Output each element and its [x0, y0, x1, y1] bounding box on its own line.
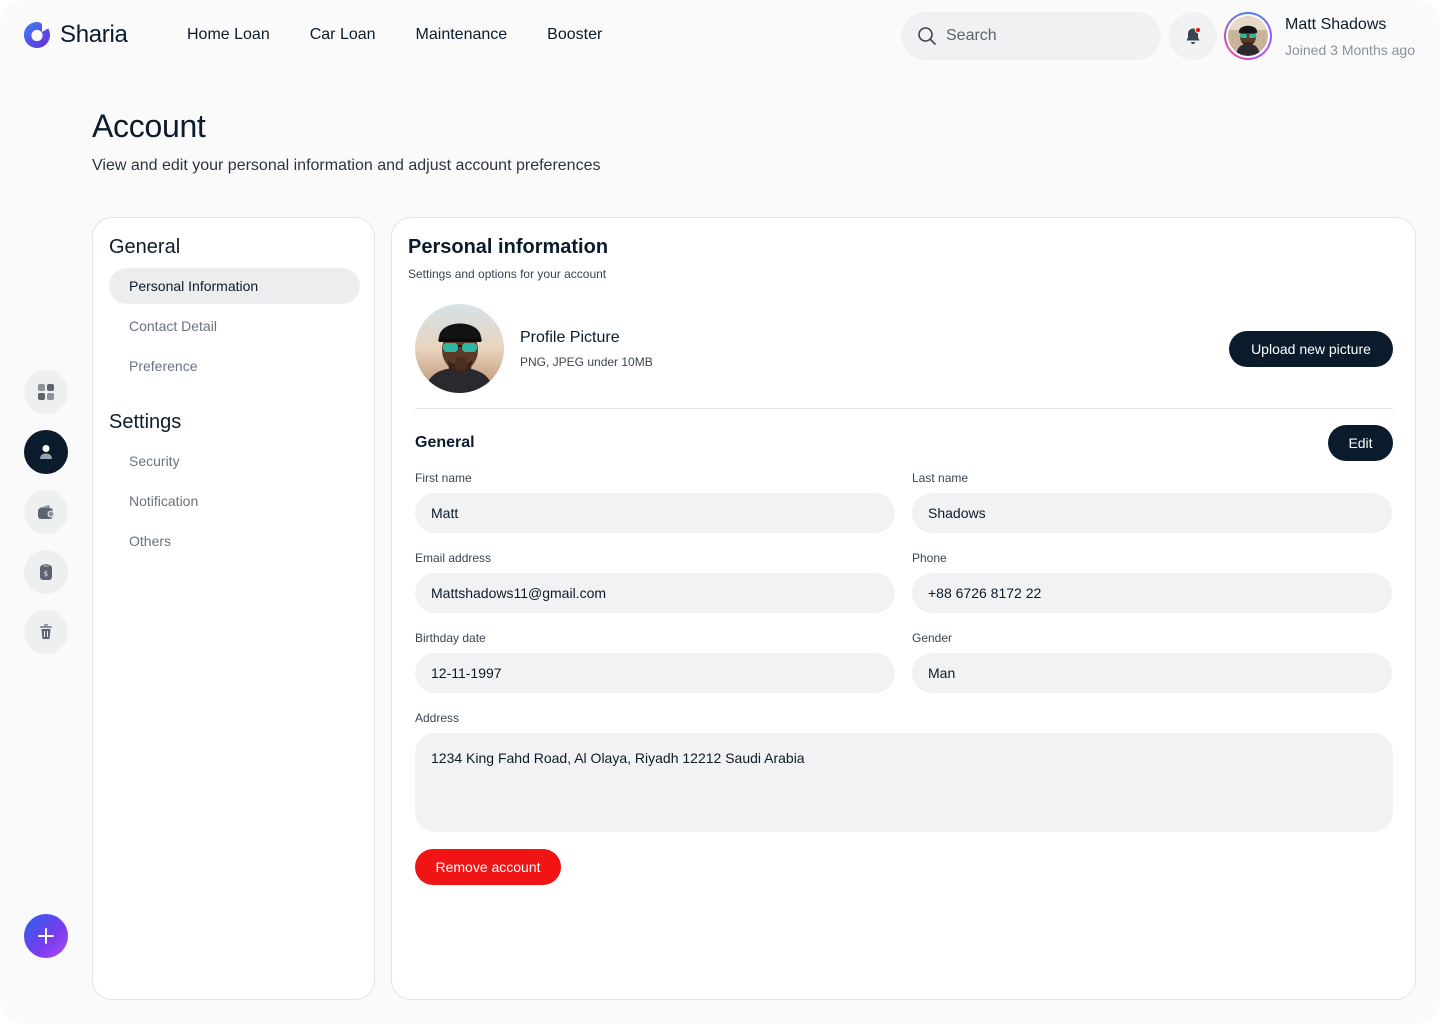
first-name-label: First name — [415, 471, 472, 485]
gender-field[interactable] — [912, 653, 1392, 693]
upload-picture-button[interactable]: Upload new picture — [1229, 331, 1393, 367]
address-field[interactable]: 1234 King Fahd Road, Al Olaya, Riyadh 12… — [415, 733, 1393, 832]
trash-icon — [40, 624, 52, 639]
user-avatar[interactable] — [1224, 12, 1272, 60]
profile-picture — [415, 304, 504, 393]
search-icon — [918, 27, 936, 45]
rail-dashboard-button[interactable] — [24, 370, 68, 414]
birthday-field[interactable] — [415, 653, 895, 693]
user-icon — [40, 445, 52, 459]
menu-heading-general: General — [109, 236, 181, 258]
menu-item-security[interactable]: Security — [109, 443, 360, 479]
remove-account-button[interactable]: Remove account — [415, 849, 561, 885]
settings-menu: General Personal Information Contact Det… — [92, 217, 375, 1000]
wallet-icon — [38, 505, 55, 519]
first-name-field[interactable] — [415, 493, 895, 533]
nav-maintenance[interactable]: Maintenance — [416, 26, 508, 44]
nav-booster[interactable]: Booster — [547, 26, 602, 44]
divider — [415, 408, 1393, 409]
gender-label: Gender — [912, 631, 953, 645]
menu-item-notification[interactable]: Notification — [109, 483, 360, 519]
personal-information-panel: Personal information Settings and option… — [391, 217, 1416, 1000]
birthday-label: Birthday date — [415, 631, 486, 645]
app-name: Sharia — [60, 21, 128, 48]
app-window: Sharia Home Loan Car Loan Maintenance Bo… — [0, 0, 1440, 1024]
nav-home-loan[interactable]: Home Loan — [187, 26, 270, 44]
menu-item-personal-information[interactable]: Personal Information — [109, 268, 360, 304]
user-name: Matt Shadows — [1285, 16, 1387, 33]
phone-field[interactable] — [912, 573, 1392, 613]
dashboard-icon — [38, 384, 54, 400]
last-name-label: Last name — [912, 471, 969, 485]
rail-wallet-button[interactable] — [24, 490, 68, 534]
avatar-photo — [1228, 16, 1268, 56]
profile-picture-title: Profile Picture — [520, 329, 620, 346]
panel-subtitle: Settings and options for your account — [408, 267, 607, 281]
last-name-field[interactable] — [912, 493, 1392, 533]
email-label: Email address — [415, 551, 492, 565]
sharia-logo-icon — [24, 22, 50, 48]
edit-button[interactable]: Edit — [1328, 425, 1393, 461]
profile-photo — [415, 304, 504, 393]
add-button[interactable] — [24, 914, 68, 958]
top-nav: Home Loan Car Loan Maintenance Booster — [187, 26, 602, 44]
rail-account-button[interactable] — [24, 430, 68, 474]
notification-button[interactable] — [1169, 12, 1217, 60]
page-title: Account — [92, 108, 206, 144]
user-joined-text: Joined 3 Months ago — [1285, 42, 1415, 58]
general-section-title: General — [415, 434, 475, 451]
menu-heading-settings: Settings — [109, 411, 182, 433]
menu-item-contact-detail[interactable]: Contact Detail — [109, 308, 360, 344]
menu-item-preference[interactable]: Preference — [109, 348, 360, 384]
profile-picture-hint: PNG, JPEG under 10MB — [520, 355, 653, 369]
rail-clipboard-button[interactable]: $ — [24, 550, 68, 594]
page-subtitle: View and edit your personal information … — [92, 157, 601, 174]
nav-car-loan[interactable]: Car Loan — [310, 26, 376, 44]
plus-icon — [38, 928, 54, 944]
search-bar[interactable] — [901, 12, 1161, 60]
email-field[interactable] — [415, 573, 895, 613]
panel-title: Personal information — [408, 236, 609, 258]
svg-text:$: $ — [44, 570, 48, 578]
logo[interactable]: Sharia — [22, 20, 128, 50]
bell-icon — [1186, 26, 1202, 44]
rail-trash-button[interactable] — [24, 610, 68, 654]
menu-item-others[interactable]: Others — [109, 523, 360, 559]
address-label: Address — [415, 711, 460, 725]
search-input[interactable] — [946, 27, 1136, 45]
clipboard-icon: $ — [40, 564, 52, 580]
phone-label: Phone — [912, 551, 947, 565]
